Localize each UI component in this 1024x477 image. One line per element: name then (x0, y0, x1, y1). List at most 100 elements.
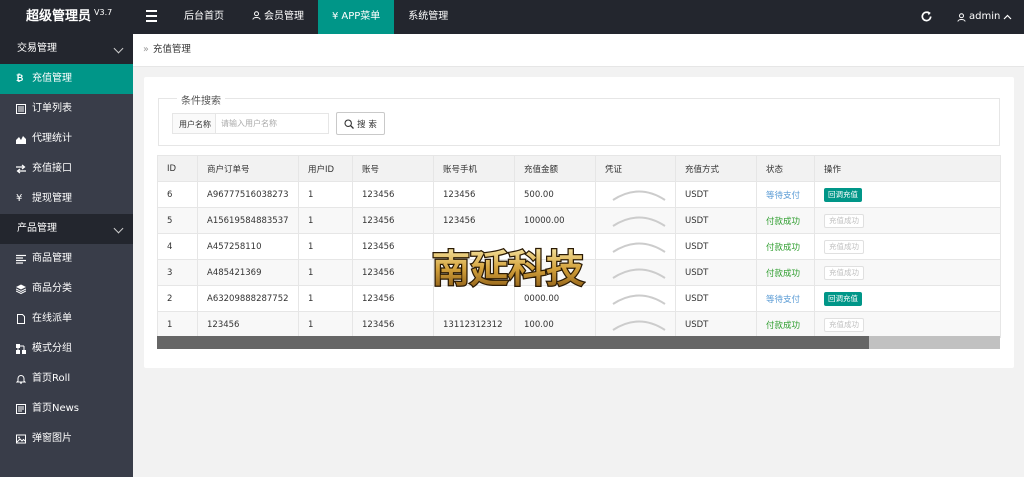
scrollbar-thumb[interactable] (157, 336, 869, 349)
cell-account: 123456 (352, 285, 434, 312)
status-badge: 等待支付 (766, 294, 801, 305)
cell-method: USDT (675, 233, 757, 260)
recharge-done-button[interactable]: 充值成功 (824, 317, 864, 332)
sidebar-item-popup-image[interactable]: 弹窗图片 (0, 424, 133, 454)
sidebar-item-recharge[interactable]: ₿ 充值管理 (0, 64, 133, 94)
sidebar-item-label: 弹窗图片 (32, 433, 72, 444)
refresh-icon[interactable] (920, 10, 933, 23)
cell-phone: 123456 (433, 207, 515, 234)
nav-system[interactable]: 系统管理 (394, 0, 462, 34)
sidebar-item-home-roll[interactable]: 首页Roll (0, 364, 133, 394)
cell-user-id: 1 (298, 233, 353, 260)
username: admin (969, 11, 1001, 22)
cell-order-no: A63209888287752 (197, 285, 299, 312)
voucher-image[interactable] (610, 267, 668, 279)
callback-recharge-button[interactable]: 回调充值 (824, 187, 862, 202)
cell-method: USDT (675, 285, 757, 312)
sidebar-item-categories[interactable]: 商品分类 (0, 274, 133, 304)
menu-toggle-icon[interactable] (146, 10, 157, 23)
sidebar-item-label: 在线派单 (32, 313, 72, 324)
cell-amount: 10000.00 (514, 207, 596, 234)
sidebar-item-label: 提现管理 (32, 193, 72, 204)
watermark-text: 南延科技 (432, 246, 584, 291)
bell-icon (16, 375, 26, 384)
cell-order-no: 123456 (197, 311, 299, 338)
double-chevron-icon: » (143, 44, 149, 55)
document-icon (17, 314, 25, 324)
cell-account: 123456 (352, 233, 434, 260)
cell-account: 123456 (352, 181, 434, 208)
cell-voucher (595, 207, 676, 234)
nav-app-menu-label: APP菜单 (341, 11, 381, 22)
version-badge: V3.7 (94, 8, 113, 17)
logo-text: 超级管理员 (26, 9, 92, 24)
cell-account: 123456 (352, 311, 434, 338)
sidebar-item-mode-group[interactable]: 模式分组 (0, 334, 133, 364)
breadcrumb-current[interactable]: 充值管理 (153, 44, 191, 55)
search-button-label: 搜 索 (357, 119, 377, 130)
status-badge: 付款成功 (766, 268, 801, 279)
callback-recharge-button[interactable]: 回调充值 (824, 291, 862, 306)
area-chart-icon (16, 136, 26, 144)
cell-amount: 100.00 (514, 311, 596, 338)
nav-home[interactable]: 后台首页 (170, 0, 238, 34)
col-user-id: 用户ID (298, 155, 353, 182)
sidebar-item-agent-stats[interactable]: 代理统计 (0, 124, 133, 154)
yen-icon: ¥ (16, 193, 23, 204)
sidebar-item-label: 商品分类 (32, 283, 72, 294)
cell-phone: 13112312312 (433, 311, 515, 338)
cell-account: 123456 (352, 259, 434, 286)
col-order-no: 商户订单号 (197, 155, 299, 182)
voucher-image[interactable] (610, 189, 668, 201)
cell-order-no: A485421369 (197, 259, 299, 286)
status-badge: 付款成功 (766, 320, 801, 331)
sidebar-item-recharge-api[interactable]: 充值接口 (0, 154, 133, 184)
sidebar-item-orders[interactable]: 订单列表 (0, 94, 133, 124)
recharge-done-button[interactable]: 充值成功 (824, 213, 864, 228)
cell-user-id: 1 (298, 285, 353, 312)
nav-app-menu[interactable]: ¥ APP菜单 (318, 0, 395, 34)
col-method: 充值方式 (675, 155, 757, 182)
sidebar-item-label: 首页News (32, 403, 80, 414)
sidebar-item-dispatch[interactable]: 在线派单 (0, 304, 133, 334)
user-menu[interactable]: admin (957, 0, 1012, 34)
sidebar-item-home-news[interactable]: 首页News (0, 394, 133, 424)
cell-id: 6 (157, 181, 198, 208)
cell-voucher (595, 311, 676, 338)
search-button[interactable]: 搜 索 (336, 112, 385, 135)
align-left-icon (16, 254, 26, 264)
bitcoin-icon: ₿ (16, 74, 24, 84)
voucher-image[interactable] (610, 241, 668, 253)
cell-status: 付款成功 (756, 233, 815, 260)
recharge-done-button[interactable]: 充值成功 (824, 239, 864, 254)
cell-id: 4 (157, 233, 198, 260)
sidebar-group-label: 交易管理 (17, 43, 57, 54)
user-icon (957, 12, 966, 22)
cell-status: 等待支付 (756, 285, 815, 312)
voucher-image[interactable] (610, 215, 668, 227)
sidebar-item-products[interactable]: 商品管理 (0, 244, 133, 274)
horizontal-scrollbar[interactable] (157, 336, 1000, 349)
table-row: 6 A96777516038273 1 123456 123456 500.00… (157, 181, 1001, 208)
col-action: 操作 (814, 155, 1001, 182)
cell-action: 充值成功 (814, 233, 1001, 260)
sidebar-group-trade[interactable]: 交易管理 (0, 34, 133, 64)
app-logo[interactable]: 超级管理员 V3.7 (0, 0, 133, 34)
col-id: ID (157, 155, 198, 182)
sidebar-item-withdraw[interactable]: ¥ 提现管理 (0, 184, 133, 214)
voucher-image[interactable] (610, 319, 668, 331)
cell-voucher (595, 285, 676, 312)
recharge-done-button[interactable]: 充值成功 (824, 265, 864, 280)
voucher-image[interactable] (610, 293, 668, 305)
sidebar-group-product[interactable]: 产品管理 (0, 214, 133, 244)
cell-action: 回调充值 (814, 181, 1001, 208)
sidebar: 交易管理 ₿ 充值管理 订单列表 代理统计 充值接口 ¥ 提现管理 产品管理 商… (0, 34, 133, 477)
sidebar-item-label: 充值接口 (32, 163, 72, 174)
nav-members[interactable]: 会员管理 (238, 0, 318, 34)
username-search-input[interactable] (215, 113, 329, 134)
sidebar-item-label: 订单列表 (32, 103, 72, 114)
breadcrumb: » 充值管理 (133, 34, 1024, 67)
cell-voucher (595, 259, 676, 286)
sitemap-icon (16, 344, 26, 354)
chevron-down-icon (113, 43, 124, 54)
